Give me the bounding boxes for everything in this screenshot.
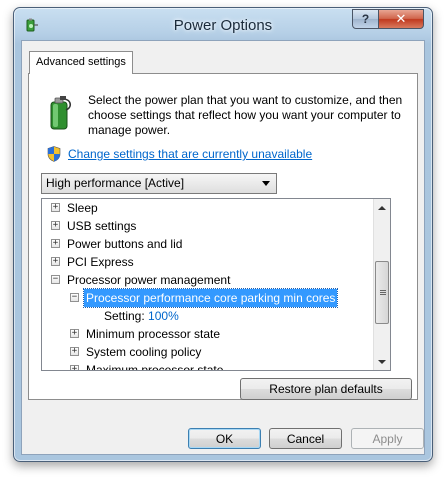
tree-item-setting[interactable]: Setting: 100% (42, 307, 372, 325)
ok-button[interactable]: OK (188, 428, 261, 449)
chevron-down-icon[interactable] (262, 181, 270, 186)
tab-advanced-settings[interactable]: Advanced settings (29, 51, 133, 74)
uac-shield-icon (47, 146, 61, 162)
advanced-settings-panel: Select the power plan that you want to c… (28, 73, 418, 400)
expand-icon[interactable]: + (70, 347, 79, 356)
power-plan-select[interactable]: High performance [Active] (41, 173, 277, 194)
grip-line (380, 290, 386, 291)
tree-item-core-parking-min-cores[interactable]: − Processor performance core parking min… (42, 288, 372, 308)
expand-icon[interactable]: + (51, 203, 60, 212)
tree-item-label: USB settings (67, 219, 137, 233)
setting-value-link[interactable]: 100% (148, 309, 179, 323)
tree-item-label: Maximum processor state (86, 363, 224, 370)
arrow-down-icon (378, 359, 386, 364)
expand-icon[interactable]: + (51, 239, 60, 248)
change-settings-link[interactable]: Change settings that are currently unava… (68, 147, 312, 161)
arrow-up-icon (378, 205, 386, 210)
cancel-button[interactable]: Cancel (269, 428, 342, 449)
tree-item-maximum-processor-state[interactable]: + Maximum processor state (42, 361, 372, 370)
tree-item-label: Sleep (67, 201, 98, 215)
power-options-window: Power Options ? ✕ Advanced settings Sele… (13, 7, 433, 462)
help-button[interactable]: ? (352, 9, 379, 29)
expand-icon[interactable]: + (70, 365, 79, 370)
tree-item-system-cooling-policy[interactable]: + System cooling policy (42, 343, 372, 361)
dialog-client-area: Advanced settings Select the power plan … (21, 40, 425, 455)
grip-line (380, 294, 386, 295)
tree-item-processor-power-management[interactable]: − Processor power management (42, 271, 372, 289)
tree-item-label-selected: Processor performance core parking min c… (82, 288, 339, 308)
expand-icon[interactable]: + (51, 257, 60, 266)
settings-tree[interactable]: + Sleep + USB settings + Power buttons a… (41, 198, 391, 371)
intro-text: Select the power plan that you want to c… (88, 93, 403, 137)
tree-item-label: PCI Express (67, 255, 134, 269)
apply-button[interactable]: Apply (351, 428, 424, 449)
close-button[interactable]: ✕ (378, 9, 424, 29)
setting-value-row: Setting: 100% (104, 307, 179, 325)
scroll-down-button[interactable] (374, 353, 390, 370)
battery-plug-icon (50, 96, 72, 130)
tree-item-pci-express[interactable]: + PCI Express (42, 253, 372, 271)
collapse-icon[interactable]: − (51, 275, 60, 284)
restore-plan-defaults-button[interactable]: Restore plan defaults (240, 378, 412, 400)
title-bar[interactable]: Power Options ? ✕ (14, 8, 432, 40)
setting-label: Setting: (104, 309, 145, 323)
tree-item-label: Minimum processor state (86, 327, 221, 341)
settings-tree-viewport: + Sleep + USB settings + Power buttons a… (42, 199, 374, 370)
scrollbar-thumb[interactable] (375, 261, 389, 324)
power-plan-select-value: High performance [Active] (46, 176, 185, 190)
tree-scrollbar[interactable] (373, 199, 390, 370)
scroll-up-button[interactable] (374, 199, 390, 216)
collapse-icon[interactable]: − (70, 293, 79, 302)
tree-item-label: System cooling policy (86, 345, 202, 359)
tree-item-sleep[interactable]: + Sleep (42, 199, 372, 217)
tree-item-label: Processor power management (67, 273, 231, 287)
grip-line (380, 292, 386, 293)
tree-item-label: Power buttons and lid (67, 237, 183, 251)
expand-icon[interactable]: + (51, 221, 60, 230)
expand-icon[interactable]: + (70, 329, 79, 338)
tree-item-power-buttons-and-lid[interactable]: + Power buttons and lid (42, 235, 372, 253)
tree-item-usb-settings[interactable]: + USB settings (42, 217, 372, 235)
tree-item-minimum-processor-state[interactable]: + Minimum processor state (42, 325, 372, 343)
